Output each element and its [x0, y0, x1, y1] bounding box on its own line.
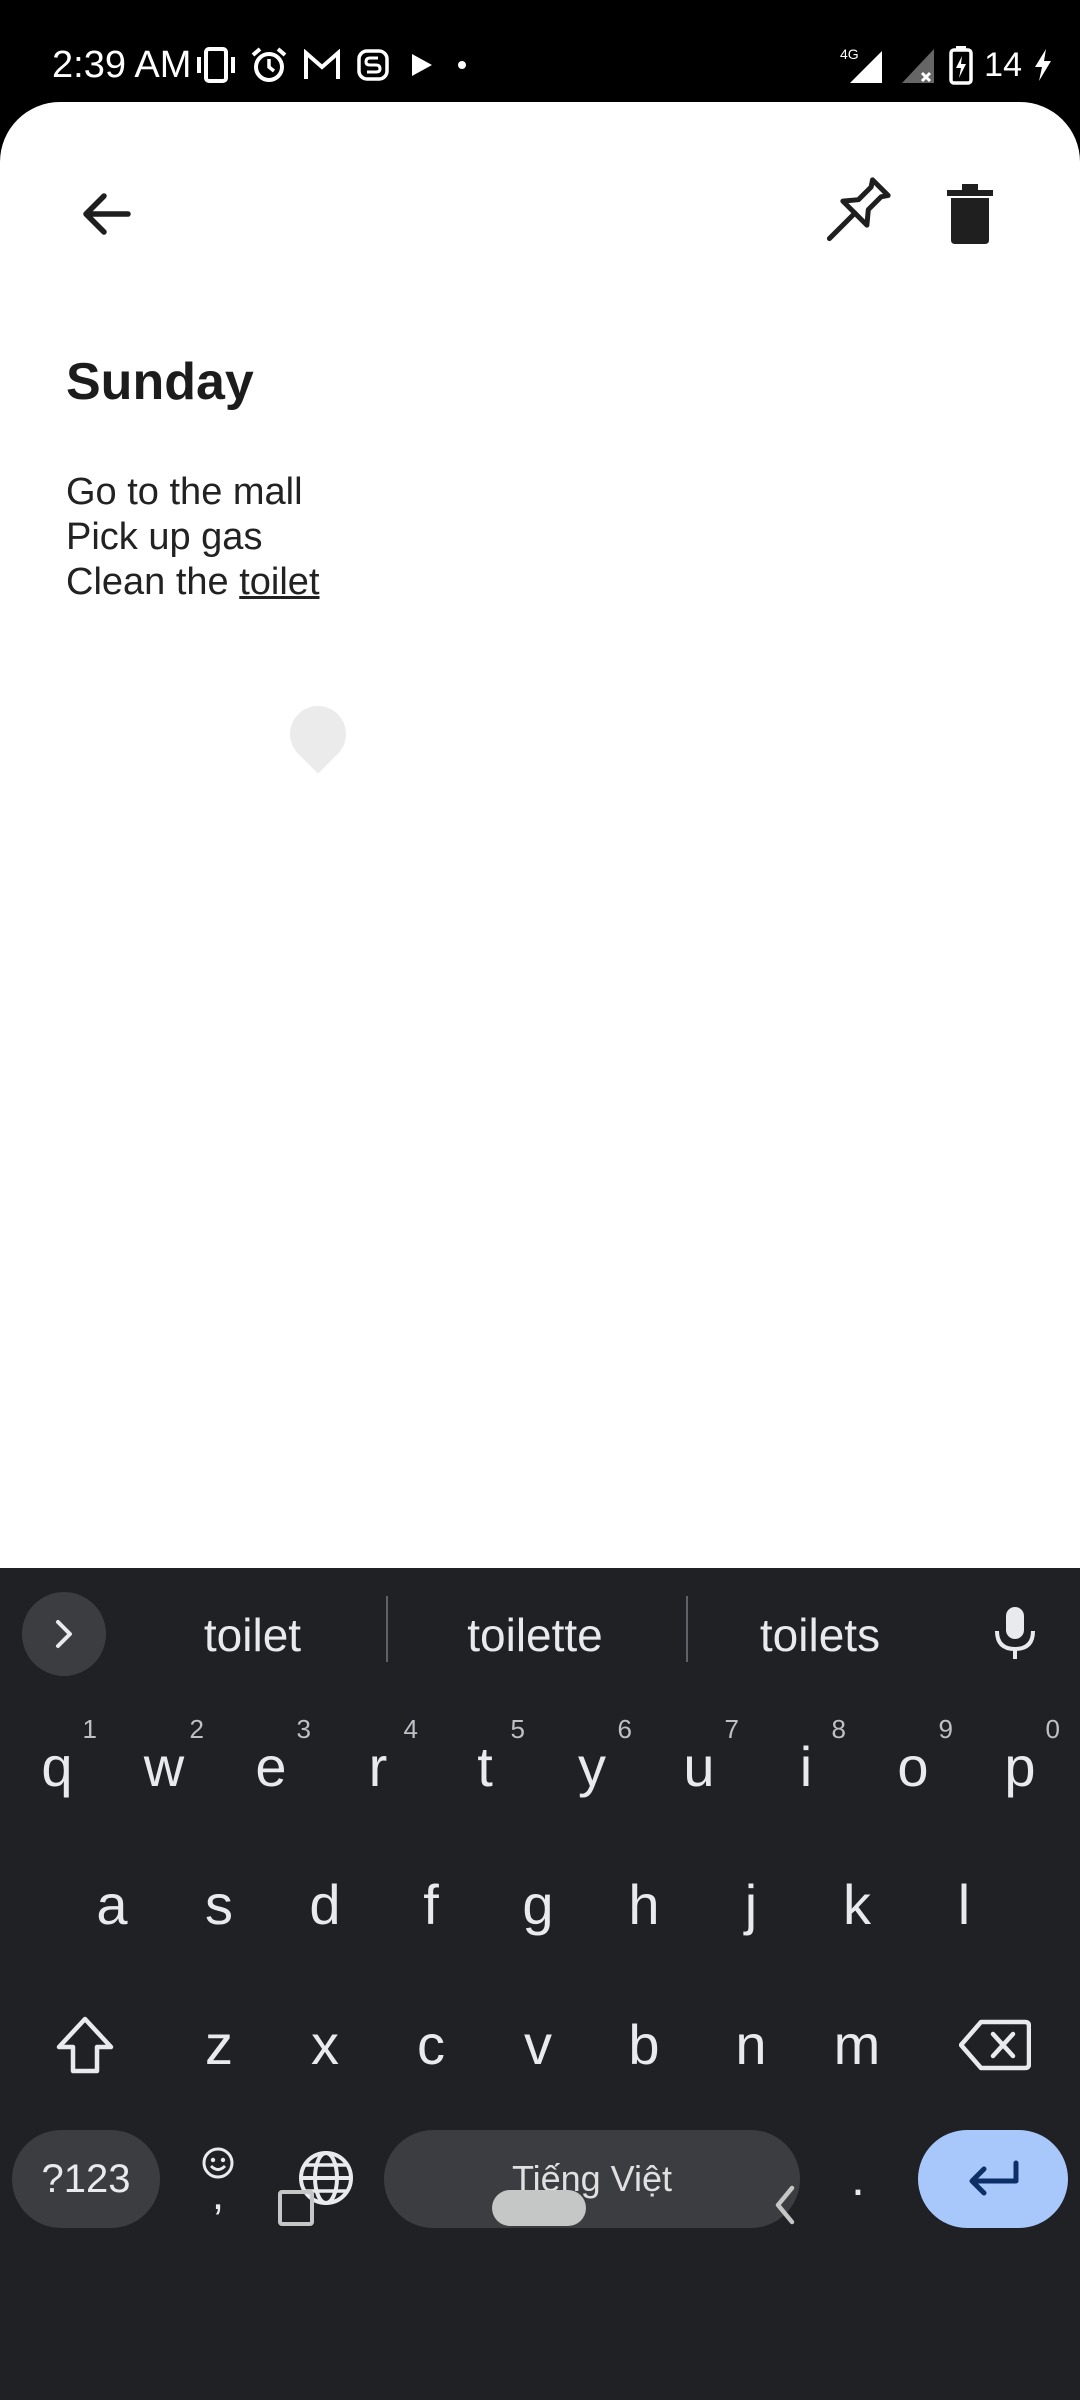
key-a[interactable]: a: [62, 1850, 162, 1960]
arrow-back-icon: [78, 186, 134, 242]
backspace-key[interactable]: [940, 1990, 1050, 2100]
note-line-3: Clean the toilet: [66, 560, 320, 605]
back-button[interactable]: [64, 172, 148, 256]
key-d[interactable]: d: [275, 1850, 375, 1960]
shift-icon: [54, 2015, 116, 2075]
navigation-bar: [0, 2185, 1080, 2400]
key-k[interactable]: k: [807, 1850, 907, 1960]
key-o[interactable]: o9: [863, 1712, 963, 1822]
key-r[interactable]: r4: [328, 1712, 428, 1822]
clock: 2:39 AM: [52, 44, 192, 86]
pin-button[interactable]: [812, 166, 902, 256]
key-v[interactable]: v: [488, 1990, 588, 2100]
delete-button[interactable]: [932, 174, 1008, 254]
key-z[interactable]: z: [169, 1990, 269, 2100]
recents-button[interactable]: [278, 2190, 314, 2226]
app-s-icon: [356, 48, 390, 82]
key-j[interactable]: j: [701, 1850, 801, 1960]
battery-charging-icon: [948, 45, 974, 85]
trash-icon: [945, 184, 995, 244]
key-u[interactable]: u7: [649, 1712, 749, 1822]
voice-input-button[interactable]: [980, 1598, 1050, 1668]
chevron-right-icon: [49, 1616, 79, 1652]
key-h[interactable]: h: [594, 1850, 694, 1960]
signal-icon: 4G: [840, 45, 886, 85]
shift-key[interactable]: [30, 1990, 140, 2100]
key-n[interactable]: n: [701, 1990, 801, 2100]
key-m[interactable]: m: [807, 1990, 907, 2100]
battery-percent: 14: [984, 45, 1022, 84]
note-title[interactable]: Sunday: [66, 352, 254, 412]
home-button[interactable]: [492, 2190, 586, 2226]
gmail-icon: [302, 49, 342, 81]
keyboard-menu-button[interactable]: [22, 1592, 106, 1676]
notification-icons: [196, 40, 472, 90]
dot-icon: [452, 55, 472, 75]
backspace-icon: [959, 2018, 1031, 2072]
key-g[interactable]: g: [488, 1850, 588, 1960]
no-signal-icon: [896, 45, 938, 85]
suggestion-divider: [386, 1596, 388, 1662]
microphone-icon: [992, 1605, 1038, 1661]
svg-text:4G: 4G: [840, 46, 859, 62]
suggestion-3[interactable]: toilets: [700, 1600, 940, 1670]
alarm-icon: [250, 46, 288, 84]
key-w[interactable]: w2: [114, 1712, 214, 1822]
note-line-3-prefix: Clean the: [66, 561, 240, 603]
status-bar: 2:39 AM 4G 14: [0, 0, 1080, 104]
enter-icon: [964, 2159, 1022, 2199]
suggestion-divider: [686, 1596, 688, 1662]
text-cursor-handle[interactable]: [278, 694, 358, 774]
key-s[interactable]: s: [169, 1850, 269, 1960]
key-i[interactable]: i8: [756, 1712, 856, 1822]
key-t[interactable]: t5: [435, 1712, 535, 1822]
note-line-1: Go to the mall: [66, 471, 303, 513]
note-line-2: Pick up gas: [66, 516, 263, 558]
key-c[interactable]: c: [381, 1990, 481, 2100]
key-f[interactable]: f: [381, 1850, 481, 1960]
nav-back-button[interactable]: [770, 2182, 800, 2228]
key-y[interactable]: y6: [542, 1712, 642, 1822]
pushpin-icon: [816, 170, 898, 252]
suggestion-strip: toilet toilette toilets: [0, 1568, 1080, 1692]
key-e[interactable]: e3: [221, 1712, 321, 1822]
charging-bolt-icon: [1032, 47, 1054, 83]
system-icons: 4G 14: [840, 40, 1054, 90]
keyboard: toilet toilette toilets q1 w2 e3 r4 t5 y…: [0, 1568, 1080, 2400]
vibrate-icon: [196, 47, 236, 83]
suggestion-2[interactable]: toilette: [400, 1600, 670, 1670]
suggestion-1[interactable]: toilet: [130, 1600, 375, 1670]
play-icon: [404, 50, 438, 80]
key-q[interactable]: q1: [7, 1712, 107, 1822]
composing-word: toilet: [239, 561, 320, 603]
note-body[interactable]: Go to the mall Pick up gas Clean the toi…: [66, 470, 320, 605]
key-x[interactable]: x: [275, 1990, 375, 2100]
key-l[interactable]: l: [914, 1850, 1014, 1960]
chevron-left-icon: [770, 2182, 800, 2228]
key-b[interactable]: b: [594, 1990, 694, 2100]
key-p[interactable]: p0: [970, 1712, 1070, 1822]
note-editor: Sunday Go to the mall Pick up gas Clean …: [0, 102, 1080, 1568]
